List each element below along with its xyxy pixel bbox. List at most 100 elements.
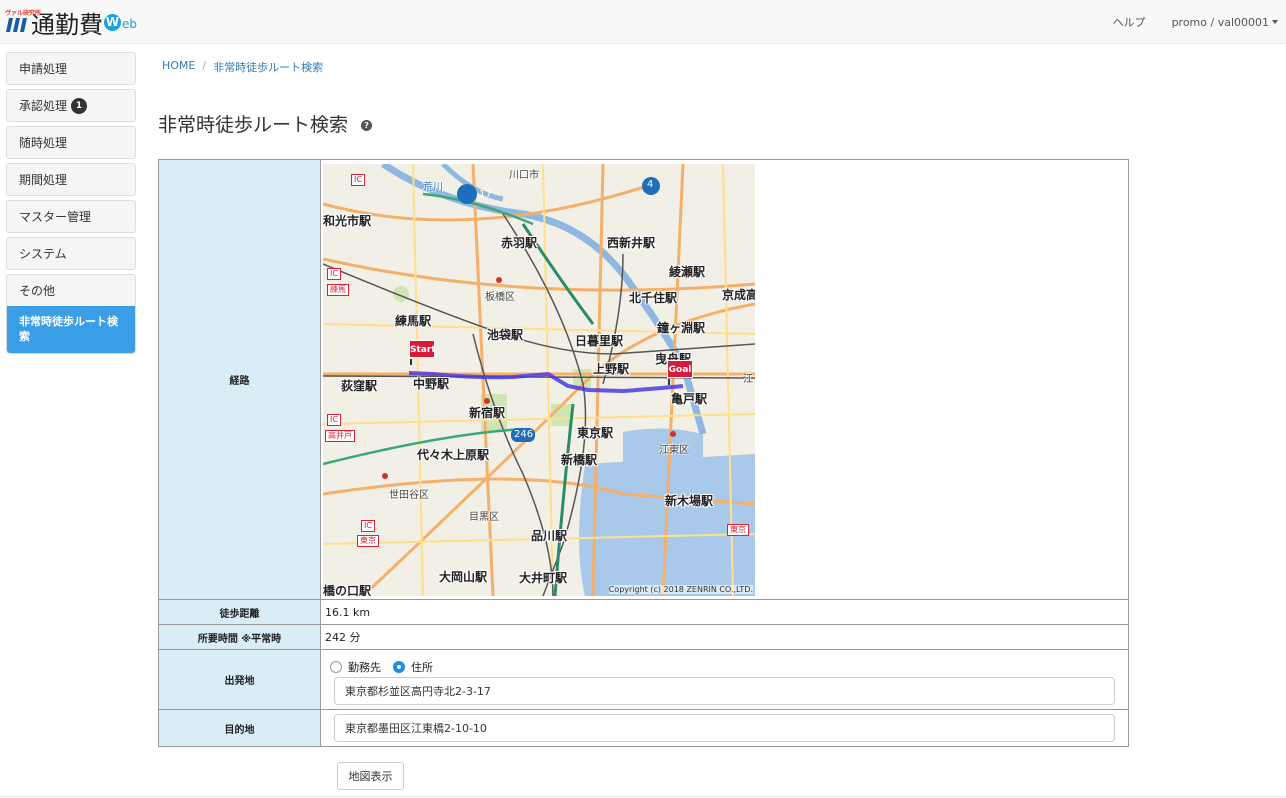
- map-ic-label: IC: [327, 268, 341, 280]
- map-ic-label: IC: [361, 520, 375, 532]
- sidebar-item-application[interactable]: 申請処理: [6, 52, 136, 85]
- route-cell: 17 4 246 荒川 IC IC 練馬 IC 高井戸 IC 東京 和光市駅 赤…: [320, 159, 1129, 600]
- map-station-label: 新宿駅: [469, 406, 506, 420]
- map-ic-label: IC: [351, 174, 365, 186]
- origin-address-input[interactable]: 東京都杉並区高円寺北2-3-17: [334, 677, 1115, 705]
- sidebar-item-period[interactable]: 期間処理: [6, 163, 136, 196]
- sidebar-item-adhoc[interactable]: 随時処理: [6, 126, 136, 159]
- page-title-text: 非常時徒歩ルート検索: [158, 114, 349, 136]
- user-menu[interactable]: promo / val00001: [1172, 16, 1278, 29]
- breadcrumb-current[interactable]: 非常時徒歩ルート検索: [213, 59, 323, 75]
- shield-label: 17: [479, 189, 492, 200]
- breadcrumb-separator: /: [202, 59, 207, 72]
- sidebar: 申請処理 承認処理 1 随時処理 期間処理 マスター管理 システム その他 非常…: [6, 52, 136, 358]
- sidebar-item-other[interactable]: その他: [7, 275, 135, 306]
- map-ic-name: 東京: [357, 535, 379, 547]
- top-navbar: ヴァル研究所 通勤費 W eb ヘルプ promo / val00001: [0, 0, 1286, 44]
- map-river-label: 荒川: [423, 182, 443, 193]
- map-station-label: 日暮里駅: [575, 334, 624, 348]
- sidebar-group-other: その他 非常時徒歩ルート検索: [6, 274, 136, 354]
- brand-mark-icon: ヴァル研究所: [5, 10, 41, 34]
- map-ward-label: 目黒区: [469, 512, 499, 523]
- map-station-label: 京成高: [722, 288, 755, 302]
- time-value: 242 分: [320, 624, 1129, 650]
- sidebar-item-approval[interactable]: 承認処理 1: [6, 89, 136, 122]
- sidebar-item-system[interactable]: システム: [6, 237, 136, 270]
- sidebar-item-master[interactable]: マスター管理: [6, 200, 136, 233]
- table-row: 出発地 勤務先 住所 東京都杉並区高円寺北2-3-17: [158, 649, 1129, 710]
- route-map[interactable]: 17 4 246 荒川 IC IC 練馬 IC 高井戸 IC 東京 和光市駅 赤…: [323, 164, 755, 596]
- radio-home[interactable]: [393, 661, 405, 673]
- user-name: promo / val00001: [1171, 15, 1269, 29]
- origin-option-office[interactable]: 勤務先: [330, 659, 381, 675]
- breadcrumb: HOME / 非常時徒歩ルート検索: [162, 59, 323, 75]
- brand-tag: ヴァル研究所: [5, 10, 42, 17]
- caret-down-icon: [1272, 20, 1278, 24]
- sidebar-item-emergency-walk-route[interactable]: 非常時徒歩ルート検索: [7, 306, 135, 353]
- brand-logo[interactable]: ヴァル研究所 通勤費 W eb: [5, 6, 137, 39]
- table-row: 所要時間 ※平常時 242 分: [158, 624, 1129, 650]
- map-station-label: 大岡山駅: [439, 570, 488, 584]
- origin-option-home[interactable]: 住所: [393, 659, 433, 675]
- map-ic-name: 高井戸: [325, 430, 355, 442]
- map-station-label: 中野駅: [413, 377, 450, 391]
- map-station-label: 新橋駅: [561, 453, 598, 467]
- map-ward-label: 川口市: [509, 170, 539, 181]
- origin-radio-group: 勤務先 住所: [330, 659, 1128, 675]
- sidebar-item-label: システム: [19, 247, 67, 261]
- route-form-table: 経路 17 4 246 荒川 IC IC 練馬 IC 高井戸 IC 東京 和光市…: [158, 159, 1129, 747]
- footer-divider: [0, 796, 1286, 797]
- map-ward-label: 板橋区: [485, 292, 515, 303]
- map-edge-label: 江: [743, 374, 753, 385]
- map-ward-label: 世田谷区: [389, 490, 429, 501]
- sidebar-item-label: 期間処理: [19, 173, 68, 187]
- brand-title: 通勤費: [31, 10, 103, 39]
- table-row: 徒歩距離 16.1 km: [158, 599, 1129, 625]
- map-ward-label: 江東区: [659, 445, 689, 456]
- page-title: 非常時徒歩ルート検索 ?: [158, 110, 373, 137]
- shield-label: 4: [647, 179, 654, 190]
- map-station-label: 荻窪駅: [341, 379, 378, 393]
- map-station-label: 橋の口駅: [323, 584, 372, 596]
- sidebar-item-label: マスター管理: [19, 210, 92, 224]
- radio-office[interactable]: [330, 661, 342, 673]
- destination-cell: 東京都墨田区江東橋2-10-10: [320, 709, 1129, 747]
- sidebar-item-label: 随時処理: [19, 136, 68, 150]
- radio-home-label: 住所: [411, 661, 433, 674]
- map-ic-name: 練馬: [327, 284, 349, 296]
- map-station-label: 赤羽駅: [501, 236, 538, 250]
- start-pin-icon: Start: [409, 340, 436, 365]
- map-station-label: 池袋駅: [487, 328, 524, 342]
- approval-count-badge: 1: [71, 97, 88, 114]
- show-map-button[interactable]: 地図表示: [337, 762, 404, 790]
- nav-right: ヘルプ promo / val00001: [1113, 0, 1286, 44]
- map-station-label: 亀戸駅: [671, 392, 708, 406]
- map-station-label: 新木場駅: [665, 494, 714, 508]
- map-station-label: 練馬駅: [395, 314, 432, 328]
- distance-label: 徒歩距離: [158, 599, 321, 625]
- time-label: 所要時間 ※平常時: [158, 624, 321, 650]
- brand-web: W eb: [104, 13, 137, 31]
- destination-address-input[interactable]: 東京都墨田区江東橋2-10-10: [334, 714, 1115, 742]
- map-station-label: 品川駅: [531, 529, 568, 543]
- brand-web-w: W: [104, 13, 121, 31]
- table-row: 目的地 東京都墨田区江東橋2-10-10: [158, 709, 1129, 747]
- sidebar-item-label: 申請処理: [19, 62, 68, 76]
- map-edge-label: 東京: [727, 524, 749, 536]
- map-station-label: 和光市駅: [323, 214, 372, 228]
- distance-value: 16.1 km: [320, 599, 1129, 625]
- map-copyright: Copyright (c) 2018 ZENRIN CO.,LTD.: [608, 585, 753, 594]
- origin-label: 出発地: [158, 649, 321, 710]
- map-station-label: 上野駅: [593, 362, 630, 376]
- destination-label: 目的地: [158, 709, 321, 747]
- question-icon[interactable]: ?: [361, 120, 373, 131]
- route-label: 経路: [158, 159, 321, 600]
- map-station-label: 綾瀬駅: [669, 265, 706, 279]
- breadcrumb-home[interactable]: HOME: [162, 59, 195, 75]
- brand-web-rest: eb: [122, 16, 137, 31]
- map-station-label: 北千住駅: [629, 291, 678, 305]
- map-station-label: 鐘ヶ淵駅: [657, 321, 706, 335]
- map-ic-label: IC: [327, 414, 341, 426]
- help-link[interactable]: ヘルプ: [1113, 14, 1146, 30]
- shield-label: 246: [514, 429, 534, 440]
